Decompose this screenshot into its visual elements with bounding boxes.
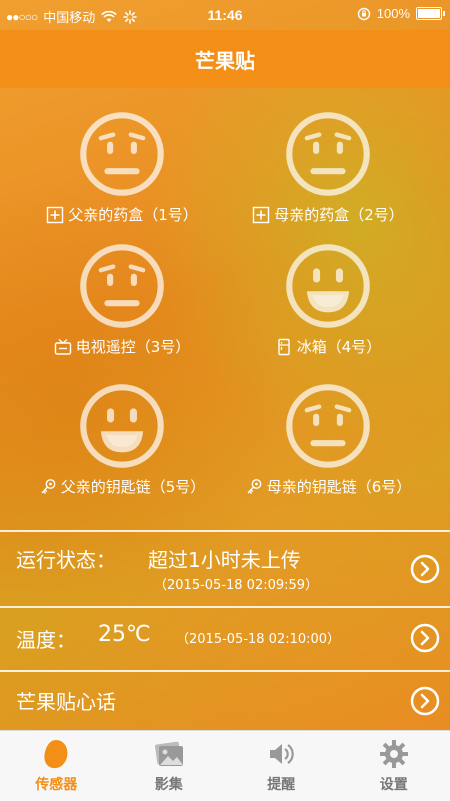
sensor-label: 母亲的药盒（2号） [274,204,404,225]
sensor-item[interactable]: 父亲的钥匙链（5号） [22,382,222,497]
speaker-icon [265,738,297,770]
sensor-label-row: 冰箱（4号） [228,336,428,357]
sensor-item[interactable]: 冰箱（4号） [228,242,428,357]
tv-icon [54,338,72,356]
gear-icon [378,738,410,770]
happy-face-icon [284,242,372,330]
tab-album[interactable]: 影集 [113,731,226,801]
sensor-label: 电视遥控（3号） [76,336,191,357]
sensor-label: 父亲的钥匙链（5号） [61,476,206,497]
mango-talk-row[interactable]: 芒果贴心话 [0,670,450,732]
chevron-right-icon[interactable] [410,623,440,653]
temperature-timestamp: （2015-05-18 02:10:00） [176,628,340,647]
battery-percent: 100% [377,6,410,21]
tab-reminders[interactable]: 提醒 [225,731,338,801]
medicine-box-icon [252,206,270,224]
sensor-label: 母亲的钥匙链（6号） [267,476,412,497]
sensor-label-row: 母亲的钥匙链（6号） [228,476,428,497]
chevron-right-icon[interactable] [410,686,440,716]
status-bar: ●●○○○ 中国移动 11:46 100% [0,0,450,30]
sensor-label-row: 父亲的钥匙链（5号） [22,476,222,497]
mango-icon [40,738,72,770]
worried-face-icon [78,110,166,198]
battery-icon [416,7,442,20]
tab-bar: 传感器 影集 提醒 [0,730,450,801]
sensor-item[interactable]: 电视遥控（3号） [22,242,222,357]
chevron-right-icon[interactable] [410,554,440,584]
tab-sensors[interactable]: 传感器 [0,731,113,801]
status-timestamp: （2015-05-18 02:09:59） [154,574,318,593]
nav-bar: 芒果贴 [0,30,450,88]
tab-label: 传感器 [35,774,77,794]
worried-face-icon [284,382,372,470]
tab-label: 提醒 [267,774,295,794]
mango-talk-title: 芒果贴心话 [16,686,116,715]
sensor-label: 冰箱（4号） [297,336,382,357]
key-icon [39,478,57,496]
sensor-label-row: 电视遥控（3号） [22,336,222,357]
temperature-row[interactable]: 温度： 25℃ （2015-05-18 02:10:00） [0,606,450,670]
tab-settings[interactable]: 设置 [338,731,450,801]
temperature-title: 温度： [16,624,76,653]
orientation-lock-icon [357,7,371,21]
sensor-item[interactable]: 母亲的药盒（2号） [228,110,428,225]
sensor-label: 父亲的药盒（1号） [68,204,198,225]
sensor-label-row: 母亲的药盒（2号） [228,204,428,225]
fridge-icon [275,338,293,356]
sensor-label-row: 父亲的药盒（1号） [22,204,222,225]
medicine-box-icon [46,206,64,224]
worried-face-icon [78,242,166,330]
photo-icon [153,738,185,770]
page-title: 芒果贴 [195,45,255,74]
status-value: 超过1小时未上传 [148,544,301,573]
worried-face-icon [284,110,372,198]
tab-label: 影集 [155,774,183,794]
status-title: 运行状态： [16,544,116,573]
key-icon [245,478,263,496]
happy-face-icon [78,382,166,470]
tab-label: 设置 [380,774,408,794]
status-row[interactable]: 运行状态： 超过1小时未上传 （2015-05-18 02:09:59） [0,530,450,606]
sensor-item[interactable]: 母亲的钥匙链（6号） [228,382,428,497]
sensor-item[interactable]: 父亲的药盒（1号） [22,110,222,225]
temperature-value: 25℃ [98,622,151,647]
